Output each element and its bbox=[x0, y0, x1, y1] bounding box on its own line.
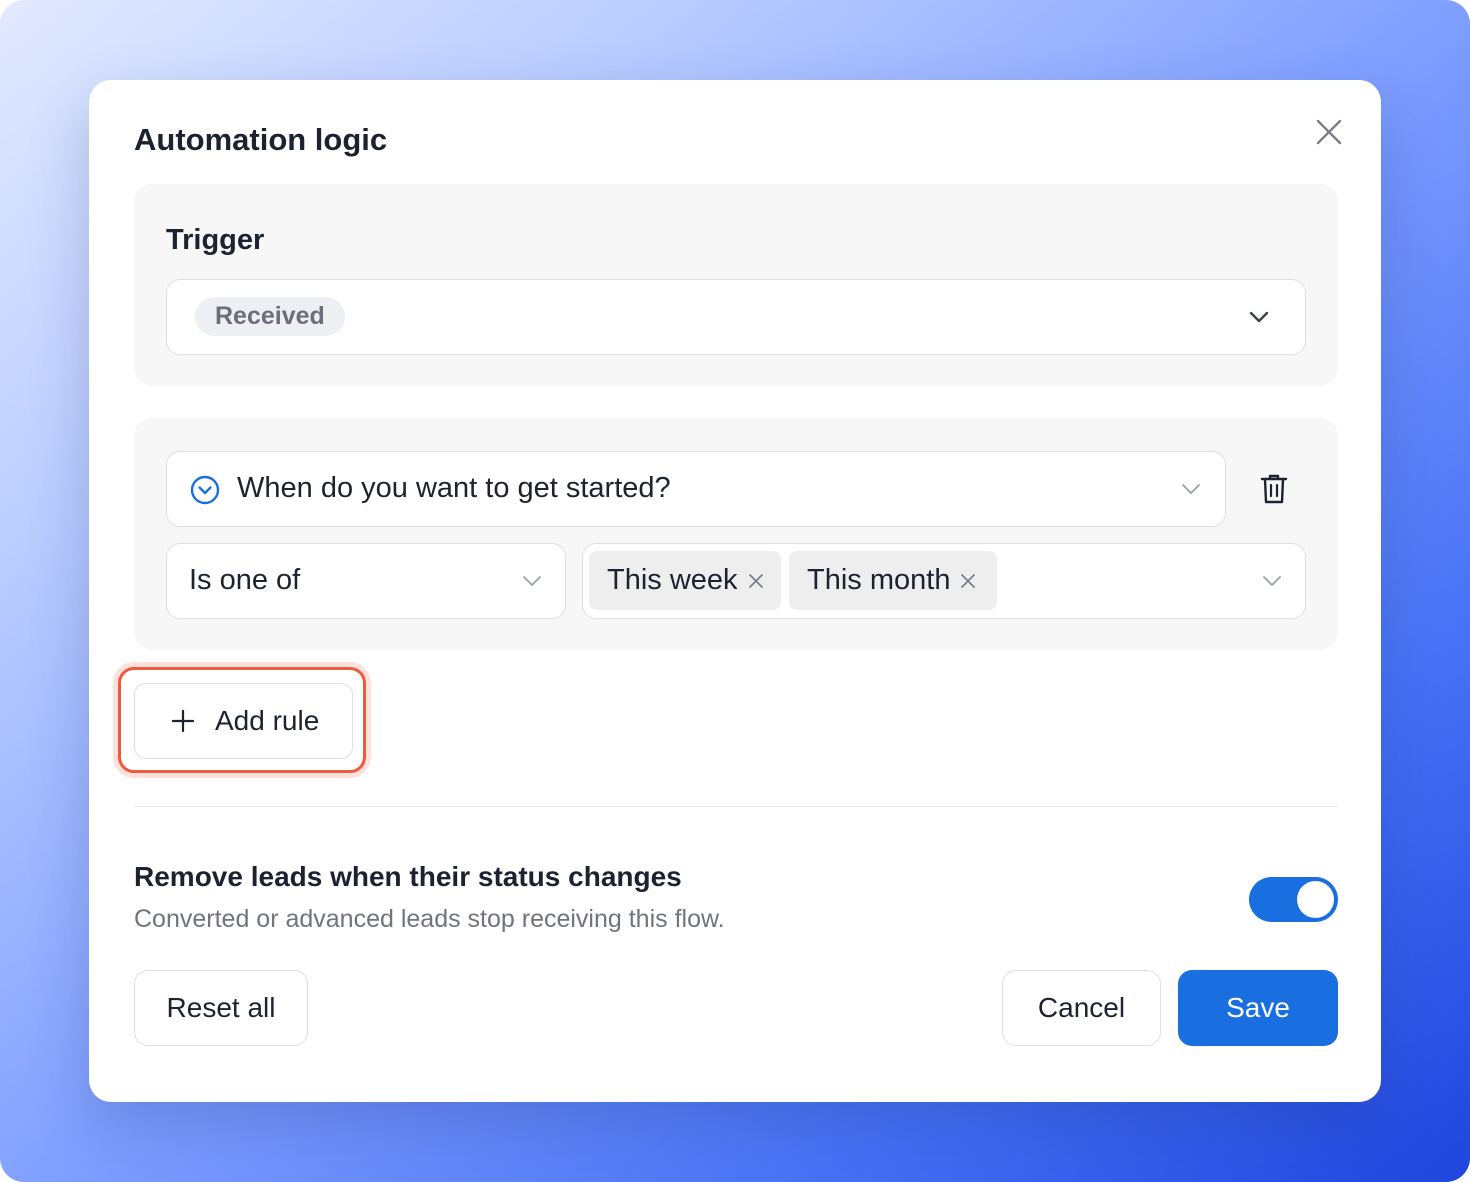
value-chip: This month bbox=[789, 551, 997, 610]
toggle-knob bbox=[1297, 881, 1334, 918]
add-rule-button[interactable]: Add rule bbox=[134, 683, 353, 759]
remove-leads-toggle[interactable] bbox=[1249, 877, 1338, 922]
reset-all-button[interactable]: Reset all bbox=[134, 970, 308, 1046]
close-icon bbox=[961, 573, 976, 588]
operator-value: Is one of bbox=[189, 564, 301, 596]
cancel-button[interactable]: Cancel bbox=[1002, 970, 1161, 1046]
setting-title: Remove leads when their status changes bbox=[134, 861, 682, 892]
chevron-down-icon bbox=[1260, 569, 1284, 593]
chevron-down-icon bbox=[1247, 305, 1271, 329]
close-icon bbox=[748, 573, 763, 588]
close-button[interactable] bbox=[1311, 114, 1347, 150]
trigger-status-chip: Received bbox=[195, 297, 345, 336]
value-chip-label: This week bbox=[607, 564, 738, 596]
value-chip: This week bbox=[589, 551, 781, 610]
automation-logic-modal: Automation logic Trigger Received When d… bbox=[89, 80, 1381, 1102]
plus-icon bbox=[171, 709, 195, 733]
trigger-panel: Trigger Received bbox=[134, 184, 1338, 386]
trigger-select[interactable]: Received bbox=[166, 279, 1306, 355]
operator-select[interactable]: Is one of bbox=[166, 543, 566, 619]
setting-description: Converted or advanced leads stop receivi… bbox=[134, 905, 725, 933]
trigger-label: Trigger bbox=[166, 224, 265, 256]
question-field-value: When do you want to get started? bbox=[237, 472, 671, 504]
trash-icon bbox=[1260, 474, 1288, 504]
question-field-select[interactable]: When do you want to get started? bbox=[166, 451, 1226, 527]
chevron-down-icon bbox=[520, 569, 544, 593]
values-multiselect[interactable]: This week This month bbox=[582, 543, 1306, 619]
delete-rule-button[interactable] bbox=[1254, 469, 1294, 509]
value-chip-label: This month bbox=[807, 564, 951, 596]
chevron-circle-icon bbox=[189, 474, 221, 506]
remove-chip-button[interactable] bbox=[958, 571, 978, 591]
modal-title: Automation logic bbox=[134, 122, 388, 157]
close-icon bbox=[1316, 119, 1342, 145]
save-button[interactable]: Save bbox=[1178, 970, 1338, 1046]
divider bbox=[134, 806, 1338, 807]
chevron-down-icon bbox=[1179, 477, 1203, 501]
add-rule-label: Add rule bbox=[215, 705, 320, 736]
rule-panel: When do you want to get started? Is one … bbox=[134, 418, 1338, 650]
remove-chip-button[interactable] bbox=[746, 571, 766, 591]
